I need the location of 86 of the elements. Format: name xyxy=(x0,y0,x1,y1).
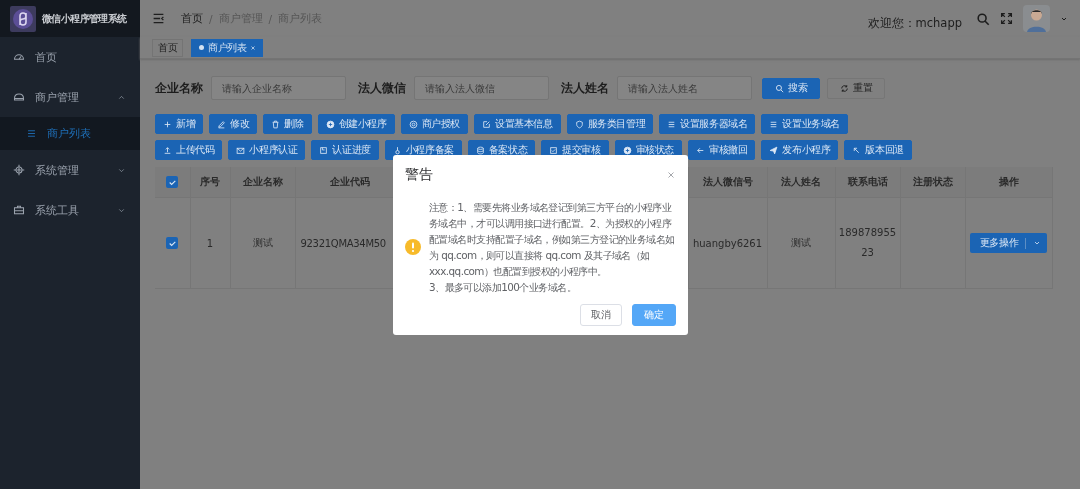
menu-item[interactable]: 商户管理 xyxy=(0,77,140,117)
column-header: 序号 xyxy=(190,167,230,198)
column-header: 法人微信号 xyxy=(688,167,767,198)
paper-plane-icon xyxy=(769,145,779,155)
plus-circle-icon xyxy=(325,119,335,129)
breadcrumb-separator: / xyxy=(268,12,273,25)
table-cell: 测试 xyxy=(230,197,295,289)
table-cell: 18987895523 xyxy=(835,197,900,289)
gear-icon xyxy=(13,164,25,176)
search-field[interactable]: 请输入法人姓名 xyxy=(617,76,752,100)
avatar[interactable] xyxy=(1023,5,1050,32)
search-field[interactable]: 请输入法人微信 xyxy=(414,76,549,100)
breadcrumb-separator: / xyxy=(209,12,213,25)
plus-circle-icon xyxy=(622,145,632,155)
toolbar-button[interactable]: 认证进度 xyxy=(311,140,379,160)
column-header: 联系电话 xyxy=(835,167,900,198)
column-header: 企业名称 xyxy=(230,167,295,198)
list-icon xyxy=(769,119,779,129)
check-square-icon xyxy=(549,145,559,155)
toolbar-button[interactable]: 创建小程序 xyxy=(317,114,395,134)
left-arrow-icon xyxy=(696,145,706,155)
toolbar-button[interactable]: 发布小程序 xyxy=(761,140,839,160)
table-cell: 测试 xyxy=(767,197,835,289)
toolbar-button[interactable]: 版本回退 xyxy=(844,140,912,160)
page-tab[interactable]: 商户列表 xyxy=(191,38,263,57)
menu-item[interactable]: 系统管理 xyxy=(0,150,140,190)
up-left-arrow-icon xyxy=(852,145,862,155)
reset-button[interactable]: 重置 xyxy=(827,77,886,99)
envelope-icon xyxy=(236,145,246,155)
search-icon[interactable] xyxy=(976,11,990,26)
welcome-text: 欢迎您：mchapp xyxy=(867,16,962,31)
column-header: 操作 xyxy=(965,167,1052,198)
edit-icon xyxy=(482,119,492,129)
toolbar-button[interactable]: 设置基本信息 xyxy=(474,114,561,134)
toolbar-button[interactable]: 设置服务器域名 xyxy=(659,114,756,134)
close-icon xyxy=(250,44,256,51)
trash-icon xyxy=(271,119,281,129)
shield-icon xyxy=(574,119,584,129)
table-cell: 1 xyxy=(190,197,230,289)
toolbar-button[interactable]: 删除 xyxy=(263,114,312,134)
search-field[interactable]: 请输入企业名称 xyxy=(211,76,346,100)
list-icon xyxy=(667,119,677,129)
plus-icon xyxy=(163,119,172,129)
toolbar-button[interactable]: 上传代码 xyxy=(155,140,223,160)
field-label: 法人姓名 xyxy=(561,80,609,96)
fullscreen-icon[interactable] xyxy=(1000,12,1013,25)
menu-icon xyxy=(152,12,165,25)
upload-icon xyxy=(163,145,172,155)
toolbar-button[interactable]: 设置业务域名 xyxy=(761,114,849,134)
dialog-title: 警告 xyxy=(405,166,433,184)
caret-down-icon xyxy=(1033,239,1042,247)
target-icon xyxy=(408,119,418,129)
toolbox-icon xyxy=(13,204,25,216)
search-icon xyxy=(775,83,784,93)
toolbar-button[interactable]: 商户授权 xyxy=(400,114,469,134)
column-header: 注册状态 xyxy=(900,167,965,198)
document-icon xyxy=(319,145,329,155)
checkbox[interactable] xyxy=(166,176,179,188)
field-label: 企业名称 xyxy=(155,80,203,96)
toolbar-button[interactable]: 服务类目管理 xyxy=(566,114,654,134)
more-actions-button[interactable]: 更多操作 xyxy=(969,233,1048,253)
search-button[interactable]: 搜索 xyxy=(762,77,821,99)
menu-item[interactable]: 首页 xyxy=(0,37,140,77)
toolbar-button[interactable]: 新增 xyxy=(155,114,204,134)
close-icon[interactable] xyxy=(666,170,676,180)
column-header: 法人姓名 xyxy=(767,167,835,198)
cancel-button[interactable]: 取消 xyxy=(580,304,622,326)
database-icon xyxy=(475,145,485,155)
app-title: 微信小程序管理系统 xyxy=(42,11,127,26)
gauge-icon xyxy=(13,51,25,63)
pencil-icon xyxy=(217,119,227,129)
checkbox[interactable] xyxy=(166,237,179,249)
dialog-message: 注意：1、需要先将业务域名登记到第三方平台的小程序业务域名中，才可以调用接口进行配置。2、为授权的小程序配置域名时支持配置子域名，例如第三方登记的业务域名如为 qq.com，则可以直接将 qq.com 及其子域名（如 xxx.qq.com）也配置到授权的小程序中。 3、最多可以添加100个业务域名。 xyxy=(429,200,676,295)
toolbar-button[interactable]: 修改 xyxy=(209,114,258,134)
breadcrumb-item[interactable]: 首页 xyxy=(181,11,203,26)
toolbar-button[interactable]: 审核撤回 xyxy=(688,140,756,160)
toolbar-button[interactable]: 小程序认证 xyxy=(228,140,306,160)
submenu-item[interactable]: 商户列表 xyxy=(0,117,140,150)
field-label: 法人微信 xyxy=(358,80,406,96)
page-tab[interactable]: 首页 xyxy=(152,38,183,57)
refresh-icon xyxy=(840,83,850,93)
hat-icon xyxy=(13,91,25,103)
list-icon xyxy=(26,128,37,139)
warning-icon xyxy=(405,239,421,255)
menu-item[interactable]: 系统工具 xyxy=(0,190,140,230)
app-logo xyxy=(10,5,36,32)
